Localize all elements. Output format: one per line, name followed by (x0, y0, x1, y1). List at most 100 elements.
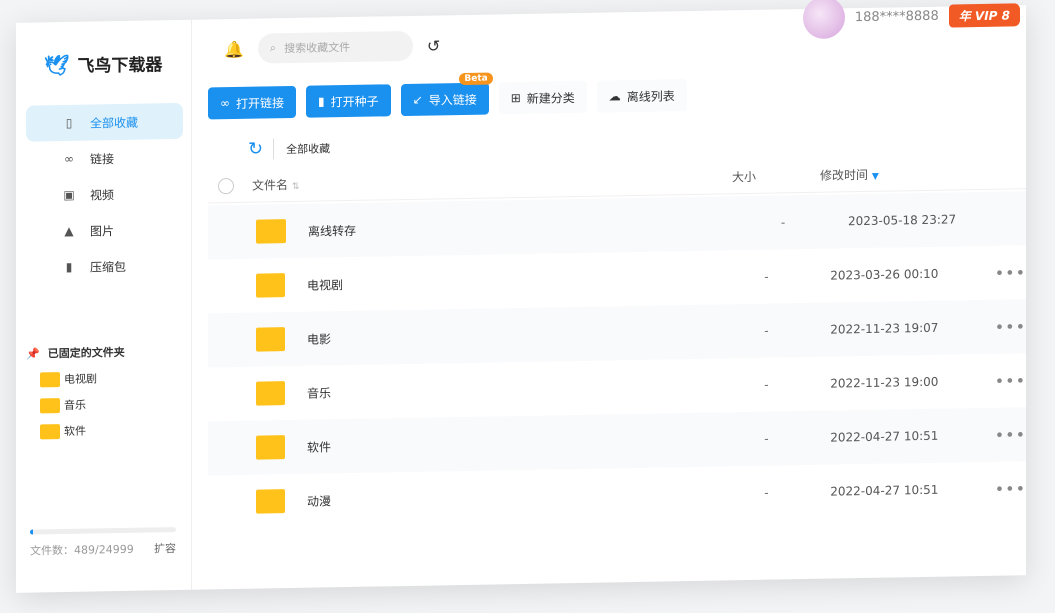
file-name[interactable]: 电视剧 (307, 269, 733, 293)
quota-bar (30, 527, 176, 535)
file-size: - (780, 215, 786, 230)
more-icon[interactable]: ••• (995, 479, 1026, 499)
bird-icon: 🕊 (44, 52, 70, 77)
file-size: - (764, 485, 769, 500)
label: 离线列表 (626, 88, 675, 104)
bell-icon[interactable]: 🔔 (224, 39, 244, 58)
label: 电视剧 (64, 372, 97, 386)
label: 打开链接 (236, 95, 285, 111)
label: 音乐 (64, 398, 86, 412)
file-modified: 2022-11-23 19:07 (830, 320, 939, 337)
folder-icon (40, 423, 60, 439)
more-icon[interactable]: ••• (995, 263, 1026, 283)
label: 图片 (90, 223, 115, 239)
pin-icon: 📌 (26, 346, 40, 361)
file-name[interactable]: 音乐 (307, 377, 733, 401)
open-torrent-button[interactable]: ▮ 打开种子 (306, 84, 391, 118)
vip-badge[interactable]: 年 VIP 8 (948, 2, 1020, 28)
more-icon[interactable]: ••• (995, 317, 1026, 337)
more-icon[interactable]: ••• (995, 371, 1026, 391)
search-icon: ⌕ (269, 41, 277, 55)
sort-desc-icon: ▼ (871, 171, 879, 182)
header: 🔔 ⌕ 搜索收藏文件 ↺ 188****8888 年 VIP 8 (192, 0, 1026, 80)
pinned-folder[interactable]: 软件 (16, 411, 191, 440)
label: 压缩包 (90, 259, 127, 275)
label: 打开种子 (330, 93, 379, 109)
label: 新建分类 (526, 90, 575, 106)
file-modified: 2022-04-27 10:51 (830, 482, 939, 499)
label: 视频 (90, 187, 115, 203)
column-name[interactable]: 文件名 ⇅ (252, 168, 732, 193)
history-icon[interactable]: ↺ (427, 36, 440, 55)
torrent-file-icon: ▮ (318, 94, 325, 109)
label: 全部收藏 (90, 115, 139, 131)
file-name[interactable]: 动漫 (307, 485, 733, 509)
file-modified: 2022-11-23 19:00 (830, 374, 939, 391)
folder-icon (40, 371, 60, 387)
app-window: 🕊 飞鸟下载器 ▯ 全部收藏 ∞ 链接 ▣ 视频 ▲ 图片 ▮ 压缩包 📌 已固定的文件夹 电… (16, 0, 1026, 593)
expand-link[interactable]: 扩容 (154, 540, 176, 556)
search-input[interactable]: ⌕ 搜索收藏文件 (257, 30, 413, 64)
breadcrumb: ↻ 全部收藏 (248, 137, 331, 160)
more-icon[interactable]: ••• (995, 425, 1026, 445)
file-name[interactable]: 离线转存 (308, 215, 748, 240)
label: 链接 (90, 151, 115, 167)
label: 文件名 (252, 178, 289, 193)
label: 导入链接 (428, 92, 477, 108)
pinned-folder[interactable]: 电视剧 (16, 359, 191, 388)
column-size[interactable]: 大小 (732, 167, 812, 185)
select-all-checkbox[interactable] (218, 177, 234, 194)
file-size: - (764, 269, 769, 284)
file-size: - (764, 431, 769, 446)
import-link-button[interactable]: ↙ 导入链接 Beta (400, 72, 493, 117)
sidebar-item-links[interactable]: ∞ 链接 (26, 139, 183, 178)
folder-icon (256, 489, 286, 514)
quota-label: 文件数：489/24999 (30, 542, 134, 558)
folder-icon (256, 381, 286, 406)
sidebar: 🕊 飞鸟下载器 ▯ 全部收藏 ∞ 链接 ▣ 视频 ▲ 图片 ▮ 压缩包 📌 已固定的文件夹 电… (16, 19, 192, 593)
link-icon: ∞ (64, 151, 74, 166)
sidebar-item-video[interactable]: ▣ 视频 (26, 175, 183, 214)
file-size: - (764, 323, 769, 338)
zip-icon: ▮ (65, 259, 73, 274)
app-logo: 🕊 飞鸟下载器 (16, 20, 191, 78)
app-name: 飞鸟下载器 (77, 55, 163, 77)
import-icon: ↙ (412, 92, 423, 107)
refresh-icon[interactable]: ↻ (248, 138, 275, 160)
folder-icon (256, 435, 286, 460)
quota: 文件数：489/24999 扩容 (30, 527, 176, 559)
file-modified: 2022-04-27 10:51 (830, 428, 939, 445)
user-area: 188****8888 年 VIP 8 (802, 0, 1020, 40)
folder-icon (256, 273, 286, 298)
open-link-button[interactable]: ∞ 打开链接 (208, 85, 297, 120)
beta-badge: Beta (459, 72, 493, 86)
pinned-label: 已固定的文件夹 (47, 345, 125, 361)
pinned-folder[interactable]: 音乐 (16, 385, 191, 414)
sidebar-item-images[interactable]: ▲ 图片 (26, 211, 183, 250)
new-category-button[interactable]: ⊞ 新建分类 (498, 80, 587, 115)
sidebar-item-all[interactable]: ▯ 全部收藏 (26, 102, 183, 142)
file-size: - (764, 377, 769, 392)
sort-icon: ⇅ (291, 181, 300, 192)
column-modified[interactable]: 修改时间 ▼ (812, 164, 962, 184)
file-list: 离线转存 - 2023-05-18 23:27 电视剧 - 2023-03-26… (208, 191, 1026, 529)
folder-icon (256, 219, 286, 244)
video-icon: ▣ (63, 187, 75, 202)
file-icon: ▯ (65, 115, 73, 130)
image-icon: ▲ (64, 223, 74, 238)
file-modified: 2023-03-26 00:10 (830, 266, 939, 283)
avatar[interactable] (802, 0, 845, 40)
file-modified: 2023-05-18 23:27 (848, 212, 957, 229)
label: 软件 (64, 424, 86, 438)
file-name[interactable]: 软件 (307, 431, 733, 455)
cloud-icon: ☁ (608, 89, 621, 104)
search-placeholder: 搜索收藏文件 (284, 40, 351, 56)
file-name[interactable]: 电影 (307, 323, 733, 347)
offline-list-button[interactable]: ☁ 离线列表 (596, 79, 687, 113)
sidebar-item-archives[interactable]: ▮ 压缩包 (26, 247, 183, 286)
toolbar: ∞ 打开链接 ▮ 打开种子 ↙ 导入链接 Beta ⊞ 新建分类 ☁ 离线列表 (208, 72, 687, 120)
folder-icon (40, 397, 60, 413)
breadcrumb-current: 全部收藏 (286, 141, 331, 156)
label: 修改时间 (820, 167, 869, 183)
user-phone: 188****8888 (854, 8, 939, 25)
